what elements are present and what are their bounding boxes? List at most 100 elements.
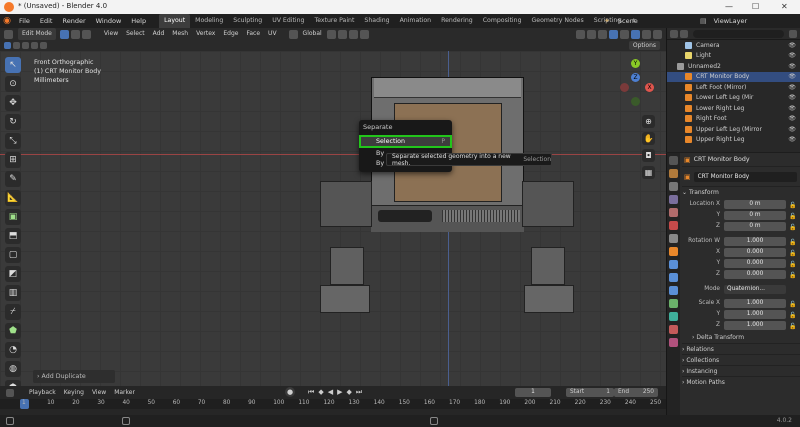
rotation-w-field[interactable]: 1.000 (724, 237, 786, 246)
inset-tool-icon[interactable]: ▢ (5, 247, 21, 263)
render-tab-icon[interactable] (669, 169, 678, 178)
data-tab-icon[interactable] (669, 312, 678, 321)
tab-shading[interactable]: Shading (359, 14, 394, 28)
smooth-tool-icon[interactable]: ◍ (5, 361, 21, 377)
select-mode-subtract-icon[interactable] (22, 42, 29, 49)
timeline-menu-playback[interactable]: Playback (25, 386, 60, 399)
frame-ruler[interactable]: 1 10 20 30 40 50 60 70 80 90 100 110 120 130 140 150 160… (0, 399, 666, 409)
outliner-row[interactable]: Lower Right Leg 👁 (667, 103, 800, 114)
separate-selection-item[interactable]: Selection P (359, 135, 452, 148)
scale-tool-icon[interactable]: ⤡ (5, 133, 21, 149)
relations-section[interactable]: › Relations (682, 343, 800, 354)
outliner-row[interactable]: Camera 👁 (667, 40, 800, 51)
material-tab-icon[interactable] (669, 325, 678, 334)
select-box-tool-icon[interactable]: ↖ (5, 57, 21, 73)
scale-z-field[interactable]: 1.000 (724, 321, 786, 330)
select-mode-extend-icon[interactable] (13, 42, 20, 49)
options-dropdown[interactable]: Options (628, 41, 660, 50)
outliner-row[interactable]: Lower Left Leg (Mir 👁 (667, 93, 800, 104)
tab-texture-paint[interactable]: Texture Paint (309, 14, 359, 28)
menu-edge[interactable]: Edge (219, 28, 242, 40)
grid-view-icon[interactable]: ▦ (642, 166, 655, 179)
menu-vertex[interactable]: Vertex (192, 28, 219, 40)
visibility-eye-icon[interactable]: 👁 (788, 52, 796, 59)
visibility-eye-icon[interactable]: 👁 (788, 105, 796, 112)
tab-animation[interactable]: Animation (395, 14, 437, 28)
separate-by-material-item[interactable]: By (376, 150, 384, 157)
close-button[interactable]: ✕ (781, 2, 788, 11)
start-frame-field[interactable]: Start 1 (566, 388, 614, 397)
jump-end-icon[interactable]: ⏭ (354, 388, 364, 397)
pan-hand-icon[interactable]: ✋ (642, 132, 655, 145)
menu-edit[interactable]: Edit (35, 14, 58, 28)
prev-key-icon[interactable]: ◆ (316, 388, 325, 396)
visibility-eye-icon[interactable]: 👁 (788, 136, 796, 143)
knife-tool-icon[interactable]: ⌿ (5, 304, 21, 320)
visibility-icon[interactable] (576, 29, 585, 39)
outliner-row[interactable]: Left Foot (Mirror) 👁 (667, 82, 800, 93)
outliner-filter-icon[interactable] (789, 29, 797, 38)
timeline-menu-view[interactable]: View (88, 386, 110, 399)
proportional-edit-icon[interactable] (359, 29, 369, 39)
menu-face[interactable]: Face (242, 28, 264, 40)
separate-by-loose-parts-item[interactable]: By (376, 160, 384, 167)
current-frame-field[interactable]: 1 (515, 388, 551, 397)
xray-icon[interactable] (609, 29, 618, 39)
location-lock-icons[interactable]: 🔓 🔓 🔓 (789, 200, 796, 233)
scale-y-field[interactable]: 1.000 (724, 310, 786, 319)
constraints-tab-icon[interactable] (669, 299, 678, 308)
tab-modeling[interactable]: Modeling (190, 14, 228, 28)
outliner-row[interactable]: Unnamed2 👁 (667, 61, 800, 72)
delta-transform-subpanel[interactable]: › Delta Transform (692, 334, 744, 341)
snap-target-icon[interactable] (348, 29, 358, 39)
menu-file[interactable]: File (14, 14, 35, 28)
transform-section-header[interactable]: ⌄ Transform (682, 186, 800, 197)
last-operator-panel[interactable]: › Add Duplicate (33, 370, 115, 383)
solid-shading-icon[interactable] (631, 29, 640, 39)
outliner-row[interactable]: Light 👁 (667, 51, 800, 62)
play-reverse-icon[interactable]: ◀ (326, 388, 335, 396)
tab-geometry-nodes[interactable]: Geometry Nodes (527, 14, 589, 28)
tab-rendering[interactable]: Rendering (436, 14, 478, 28)
collection-tab-icon[interactable] (669, 234, 678, 243)
gizmo-z-icon[interactable]: Z (631, 73, 640, 82)
object-name-field[interactable]: CRT Monitor Body (693, 172, 797, 182)
collections-section[interactable]: › Collections (682, 354, 800, 365)
texture-tab-icon[interactable] (669, 338, 678, 347)
visibility-eye-icon[interactable]: 👁 (788, 94, 796, 101)
spin-tool-icon[interactable]: ◔ (5, 342, 21, 358)
annotate-tool-icon[interactable]: ✎ (5, 171, 21, 187)
transform-orientation-dropdown[interactable]: Global (299, 28, 326, 40)
overlay-icon[interactable] (598, 29, 607, 39)
snap-icon[interactable] (337, 29, 347, 39)
rendered-shading-icon[interactable] (653, 29, 662, 39)
face-select-icon[interactable] (81, 29, 91, 39)
mode-selector[interactable]: Edit Mode (18, 28, 56, 40)
material-shading-icon[interactable] (642, 29, 651, 39)
extrude-tool-icon[interactable]: ⬒ (5, 228, 21, 244)
gizmo-icon[interactable] (587, 29, 596, 39)
transform-tool-icon[interactable]: ⊞ (5, 152, 21, 168)
select-mode-invert-icon[interactable] (31, 42, 38, 49)
gizmo-y-icon[interactable]: Y (631, 59, 640, 68)
select-mode-new-icon[interactable] (4, 42, 11, 49)
loop-cut-tool-icon[interactable]: ▥ (5, 285, 21, 301)
rotate-tool-icon[interactable]: ↻ (5, 114, 21, 130)
outliner-display-icon[interactable] (680, 29, 688, 38)
tab-compositing[interactable]: Compositing (478, 14, 527, 28)
move-tool-icon[interactable]: ✥ (5, 95, 21, 111)
viewlayer-selector[interactable]: ▤ ViewLayer (700, 14, 752, 28)
visibility-eye-icon[interactable]: 👁 (788, 126, 796, 133)
record-icon[interactable]: ● (285, 387, 295, 397)
scale-lock-icons[interactable]: 🔓 🔓 🔓 (789, 299, 796, 332)
tool-tab-icon[interactable] (669, 156, 678, 165)
add-cube-tool-icon[interactable]: ▣ (5, 209, 21, 225)
menu-view[interactable]: View (100, 28, 122, 40)
3d-viewport[interactable]: Front Orthographic (1) CRT Monitor Body … (0, 51, 666, 386)
maximize-button[interactable]: ☐ (752, 2, 759, 11)
menu-help[interactable]: Help (126, 14, 151, 28)
visibility-eye-icon[interactable]: 👁 (788, 42, 796, 49)
outliner-row[interactable]: Right Foot 👁 (667, 114, 800, 125)
camera-view-icon[interactable]: ◘ (642, 149, 655, 162)
wireframe-shading-icon[interactable] (620, 29, 629, 39)
